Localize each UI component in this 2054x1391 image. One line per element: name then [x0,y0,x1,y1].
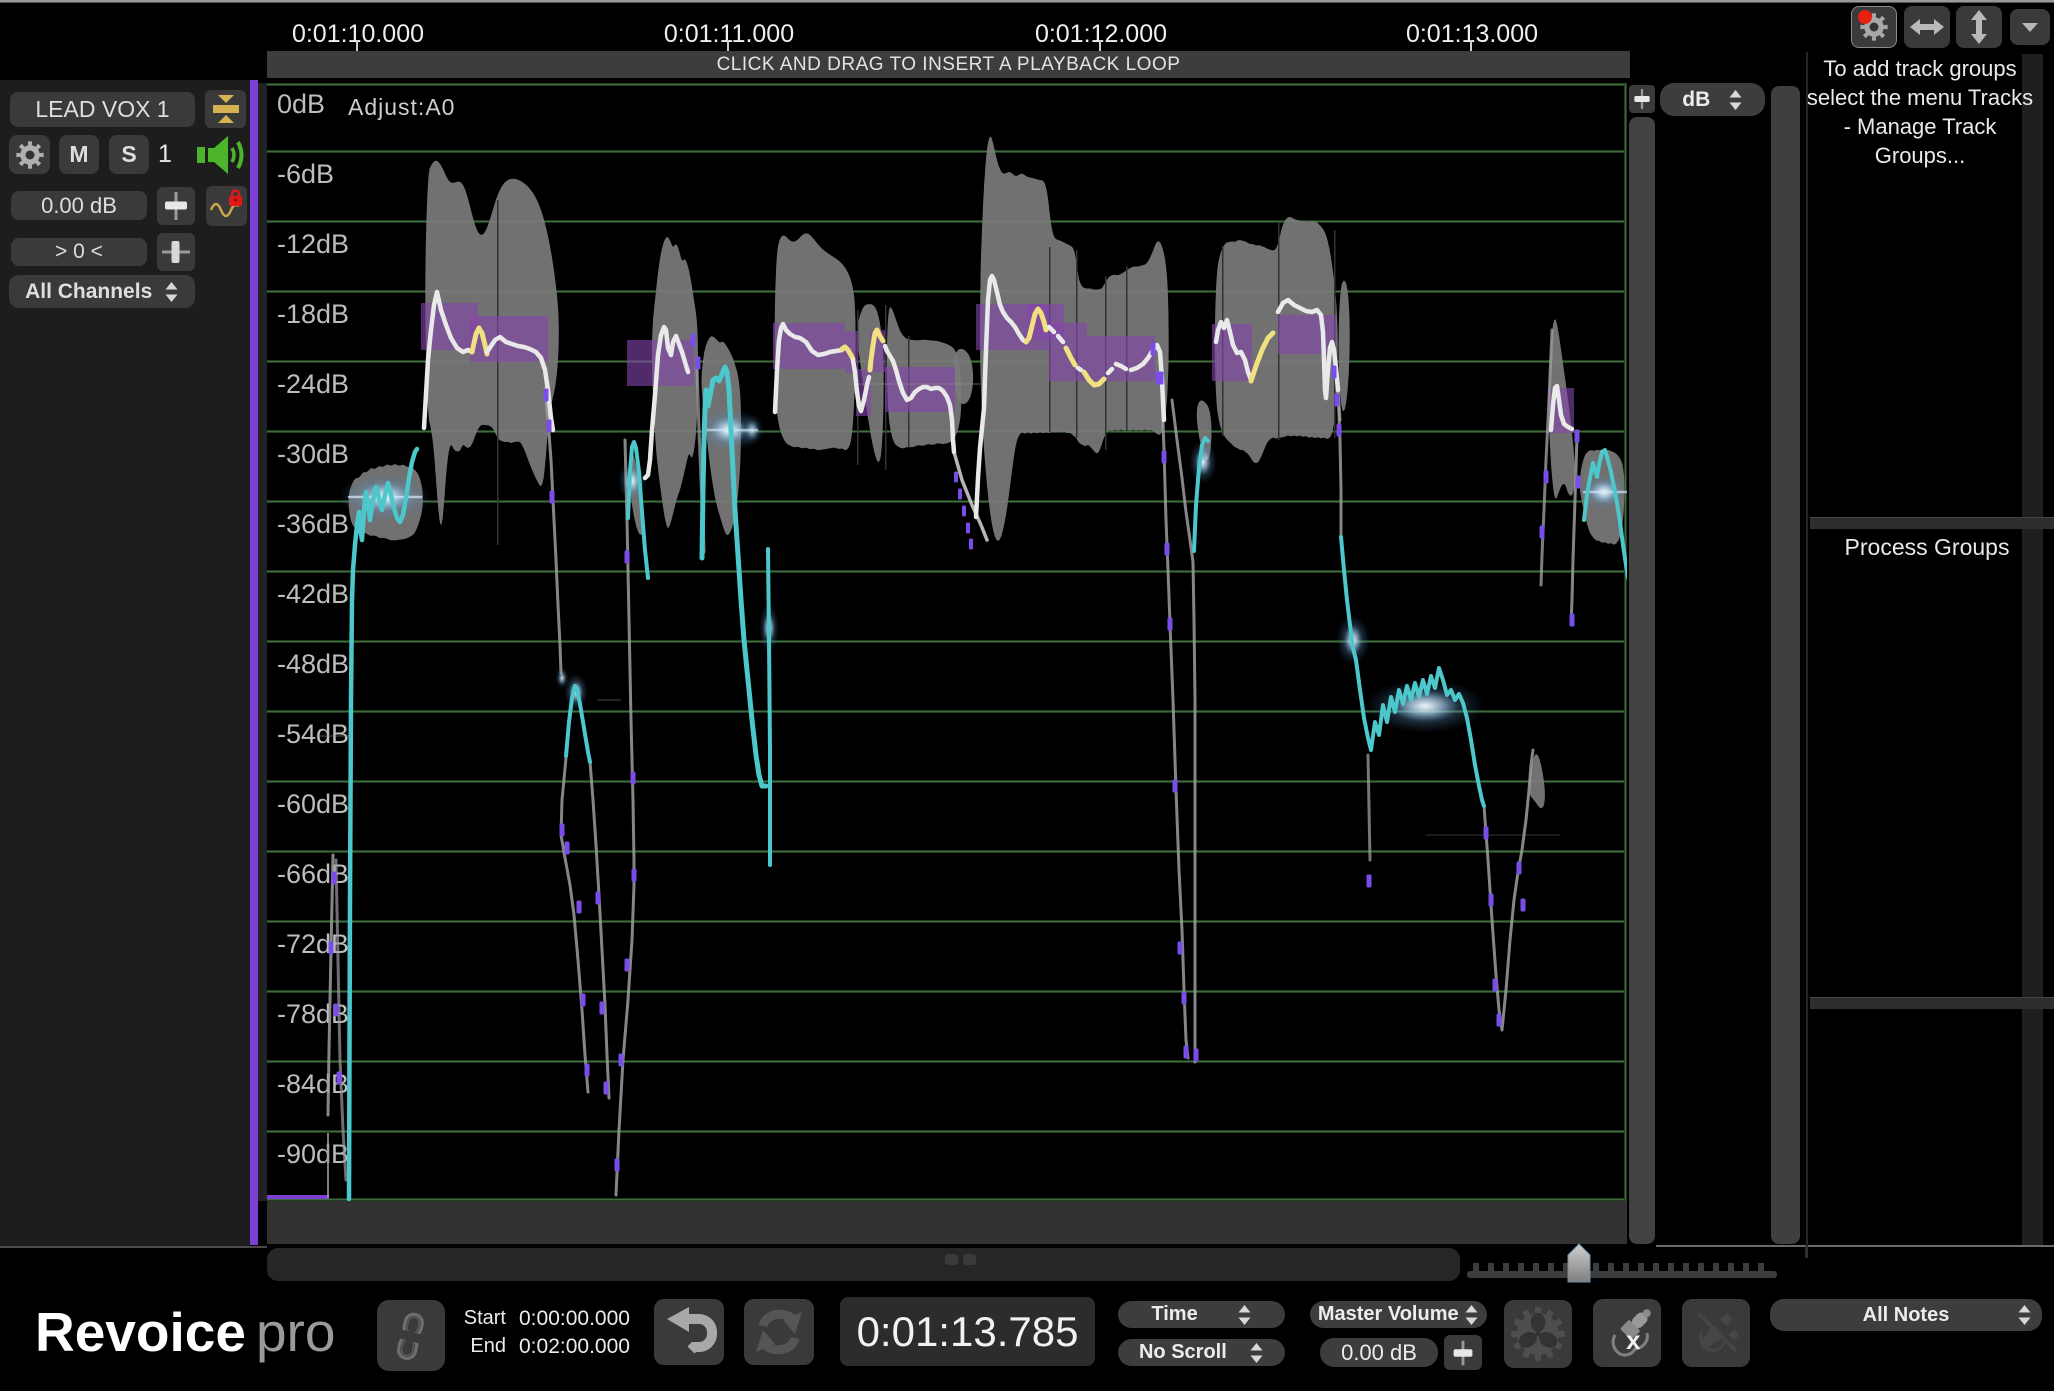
svg-text:-90dB: -90dB [277,1139,349,1169]
svg-text:-48dB: -48dB [277,649,349,679]
svg-text:-42dB: -42dB [277,579,349,609]
svg-text:-66dB: -66dB [277,859,349,889]
svg-text:-30dB: -30dB [277,439,349,469]
svg-text:x: x [1626,1325,1641,1355]
svg-text:Adjust:A0: Adjust:A0 [348,94,455,120]
svg-text:-54dB: -54dB [277,719,349,749]
svg-text:-60dB: -60dB [277,789,349,819]
svg-text:-36dB: -36dB [277,509,349,539]
svg-text:-24dB: -24dB [277,369,349,399]
svg-text:-18dB: -18dB [277,299,349,329]
svg-text:-12dB: -12dB [277,229,349,259]
svg-text:0dB: 0dB [277,89,325,119]
svg-text:-6dB: -6dB [277,159,334,189]
